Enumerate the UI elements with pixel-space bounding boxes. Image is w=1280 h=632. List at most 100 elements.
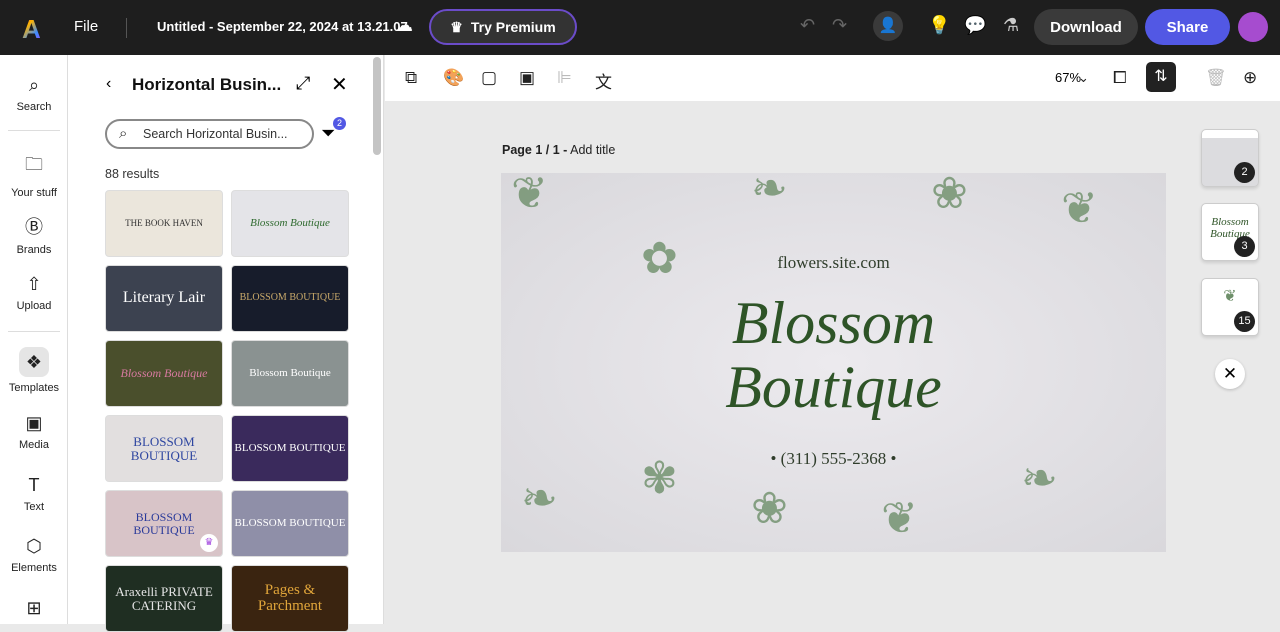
try-premium-button[interactable]: ♛ Try Premium xyxy=(429,9,577,45)
page-thumb-2[interactable]: Blossom Boutique 3 xyxy=(1201,203,1259,261)
brand-icon: Ⓑ xyxy=(25,217,43,237)
templates-icon: ❖ xyxy=(19,347,49,377)
divider xyxy=(126,18,127,38)
top-bar: A File Untitled - September 22, 2024 at … xyxy=(0,0,1280,55)
page-thumb-1[interactable]: 2 xyxy=(1201,129,1259,187)
share-button[interactable]: Share xyxy=(1145,9,1230,45)
template-thumbnail[interactable]: Blossom Boutique xyxy=(105,340,223,407)
card-title[interactable]: Blossom Boutique xyxy=(501,291,1166,419)
results-count: 88 results xyxy=(105,167,160,181)
template-thumbnail[interactable]: Literary Lair xyxy=(105,265,223,332)
card-title-line2: Boutique xyxy=(725,354,942,420)
rail-your-stuff[interactable]: 🗀 Your stuff xyxy=(0,152,68,199)
rail-search[interactable]: ⌕ Search xyxy=(0,75,68,113)
redo-icon[interactable]: ↷ xyxy=(832,15,847,36)
template-thumbnail[interactable]: BLOSSOM BOUTIQUE ♛ xyxy=(105,490,223,557)
rail-brands[interactable]: Ⓑ Brands xyxy=(0,213,68,256)
undo-icon[interactable]: ↶ xyxy=(800,15,815,36)
resize-icon[interactable]: ⧉ xyxy=(405,68,417,88)
foliage-illustration: ❧ xyxy=(521,474,558,523)
divider xyxy=(8,130,60,131)
business-card-canvas[interactable]: ❦ ✿ ❧ ❀ ❦ ❧ ✾ ❀ ❦ ❧ flowers.site.com Blo… xyxy=(501,173,1166,552)
crown-icon: ♛ xyxy=(450,18,463,35)
download-button[interactable]: Download xyxy=(1034,9,1138,45)
media-icon: ▣ xyxy=(25,413,43,433)
elements-icon: ⬡ xyxy=(26,536,42,556)
rail-label: Media xyxy=(19,439,49,451)
rail-more[interactable]: ⊞ xyxy=(0,598,68,624)
search-icon: ⌕ xyxy=(28,75,40,95)
left-rail: ⌕ Search 🗀 Your stuff Ⓑ Brands ⇧ Upload ❖ Tem… xyxy=(0,55,77,624)
page-number: Page 1 / 1 - xyxy=(502,143,568,157)
chevron-down-icon[interactable]: ⌄ xyxy=(1078,70,1089,86)
rail-label: Search xyxy=(16,101,52,113)
rail-text[interactable]: T Text xyxy=(0,475,68,513)
rail-upload[interactable]: ⇧ Upload xyxy=(0,274,68,312)
panel-scrollbar[interactable] xyxy=(373,57,381,155)
template-text: Blossom Boutique xyxy=(249,366,331,379)
divider xyxy=(8,331,60,332)
template-thumbnail[interactable]: BLOSSOM BOUTIQUE xyxy=(105,415,223,482)
template-thumbnail[interactable]: Pages & Parchment xyxy=(231,565,349,632)
rail-elements[interactable]: ⬡ Elements xyxy=(0,536,68,574)
folder-icon: 🗀 xyxy=(25,154,43,174)
close-pages-icon[interactable]: ✕ xyxy=(1215,359,1245,389)
foliage-illustration: ❦ xyxy=(1223,288,1237,305)
foliage-illustration: ❀ xyxy=(751,484,788,533)
card-phone[interactable]: • (311) 555-2368 • xyxy=(501,449,1166,469)
template-thumbnail[interactable]: Blossom Boutique xyxy=(231,340,349,407)
foliage-illustration: ❦ xyxy=(1061,184,1098,233)
file-menu[interactable]: File xyxy=(74,18,98,35)
template-text: THE BOOK HAVEN xyxy=(125,217,203,228)
pages-icon[interactable]: ⧠ xyxy=(1113,68,1127,88)
template-text: Blossom Boutique xyxy=(120,366,208,381)
layers-icon[interactable]: ⇅ xyxy=(1146,62,1176,92)
template-thumbnail[interactable]: BLOSSOM BOUTIQUE xyxy=(231,265,349,332)
template-text: BLOSSOM BOUTIQUE xyxy=(234,441,346,454)
trash-icon[interactable]: 🗑 xyxy=(1205,68,1227,88)
template-text: BLOSSOM BOUTIQUE xyxy=(130,433,198,463)
template-text: Literary Lair xyxy=(122,289,206,307)
invite-user-icon[interactable]: 👤 xyxy=(873,11,903,41)
rail-media[interactable]: ▣ Media xyxy=(0,413,68,451)
square-icon[interactable]: ▢ xyxy=(481,68,497,88)
template-thumbnail[interactable]: Araxelli PRIVATE CATERING xyxy=(105,565,223,632)
rail-label: Text xyxy=(23,501,45,513)
template-thumbnail[interactable]: BLOSSOM BOUTIQUE xyxy=(231,490,349,557)
grid-icon: ⊞ xyxy=(26,598,42,618)
frame-icon[interactable]: ▣ xyxy=(519,68,535,88)
template-text: BLOSSOM BOUTIQUE xyxy=(133,509,195,537)
back-icon[interactable]: ‹ xyxy=(106,75,111,93)
expand-icon[interactable]: ⤢ xyxy=(296,73,310,94)
text-icon: T xyxy=(28,475,40,495)
rail-templates[interactable]: ❖ Templates xyxy=(0,347,68,394)
foliage-illustration: ❦ xyxy=(881,494,918,543)
premium-crown-icon: ♛ xyxy=(200,534,218,552)
comment-icon[interactable]: 💬 xyxy=(964,15,986,36)
rail-label: Upload xyxy=(16,300,52,312)
lightbulb-icon[interactable]: 💡 xyxy=(928,15,950,36)
flask-icon[interactable]: ⚗ xyxy=(1003,15,1019,36)
page-thumb-3[interactable]: ❦ 15 xyxy=(1201,278,1259,336)
template-thumbnail[interactable]: THE BOOK HAVEN xyxy=(105,190,223,257)
template-thumbnail[interactable]: Blossom Boutique xyxy=(231,190,349,257)
rail-label: Brands xyxy=(16,244,52,256)
foliage-illustration: ❀ xyxy=(931,173,968,218)
template-text: Araxelli PRIVATE CATERING xyxy=(115,583,213,613)
add-page-icon[interactable]: ⊕ xyxy=(1243,68,1257,88)
palette-icon[interactable]: 🎨 xyxy=(443,68,464,88)
template-search-input[interactable]: ⌕ Search Horizontal Busin... xyxy=(105,119,314,149)
template-thumbnail[interactable]: BLOSSOM BOUTIQUE xyxy=(231,415,349,482)
template-text: BLOSSOM BOUTIQUE xyxy=(239,292,341,304)
adobe-express-logo[interactable]: A xyxy=(22,14,46,44)
align-icon[interactable]: ⊫ xyxy=(557,68,572,88)
panel-title: Horizontal Busin... xyxy=(132,75,282,94)
add-title-link[interactable]: Add title xyxy=(570,143,615,157)
card-website[interactable]: flowers.site.com xyxy=(501,253,1166,273)
document-title[interactable]: Untitled - September 22, 2024 at 13.21.0… xyxy=(157,19,408,34)
translate-icon[interactable]: 文 xyxy=(595,68,612,93)
avatar[interactable] xyxy=(1238,12,1268,42)
close-icon[interactable]: ✕ xyxy=(331,72,348,97)
rail-label: Templates xyxy=(8,382,60,394)
cloud-sync-icon[interactable]: ☁ xyxy=(395,15,413,36)
